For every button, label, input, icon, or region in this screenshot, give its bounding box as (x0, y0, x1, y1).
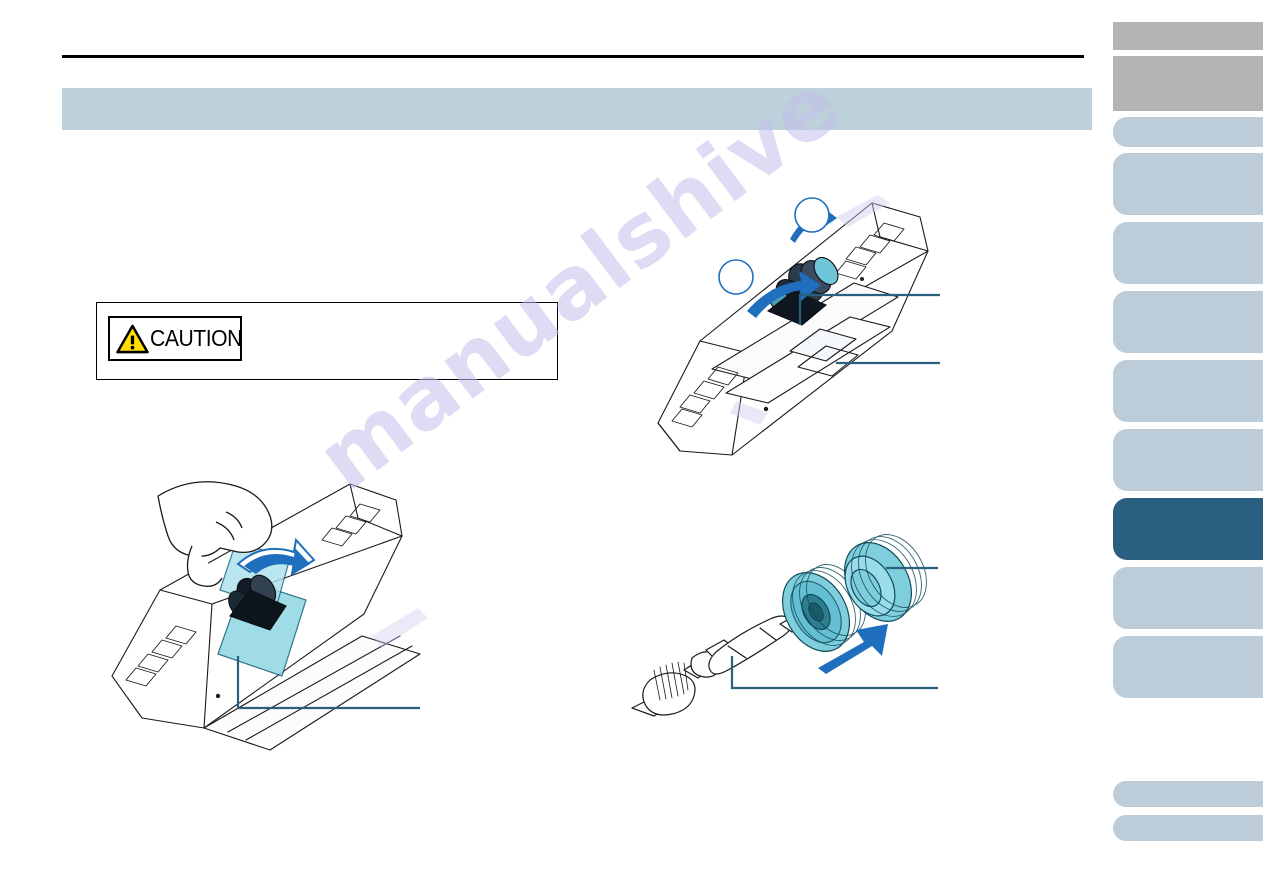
caution-box: CAUTION (96, 302, 558, 380)
tab-settings[interactable] (1113, 567, 1263, 629)
tab-index[interactable] (1113, 815, 1263, 841)
tab-operator-panel[interactable] (1113, 222, 1263, 284)
header-divider-rule (62, 55, 1084, 58)
chapter-tab-sidebar (1113, 0, 1263, 893)
tab-consumables[interactable] (1113, 429, 1263, 491)
manual-page: CAUTION manualshive (0, 0, 1263, 893)
tab-contents[interactable] (1113, 83, 1263, 111)
scanner-top-unit-open-figure (640, 155, 950, 500)
tab-various-scanning[interactable] (1113, 291, 1263, 353)
tab-daily-care[interactable] (1113, 360, 1263, 422)
tab-cover[interactable] (1113, 22, 1263, 50)
section-banner (62, 88, 1092, 130)
tab-loading-documents[interactable] (1113, 153, 1263, 215)
tab-intro[interactable] (1113, 56, 1263, 84)
caution-badge: CAUTION (108, 316, 242, 361)
tab-appendix[interactable] (1113, 636, 1263, 698)
scanner-lever-rotate-figure (100, 440, 430, 760)
callout-circle-1 (718, 259, 754, 295)
tab-troubleshooting[interactable] (1113, 498, 1263, 560)
warning-triangle-icon (116, 324, 149, 353)
caution-label: CAUTION (150, 325, 242, 351)
tab-scanner-overview[interactable] (1113, 117, 1263, 147)
callout-circle-2 (794, 197, 830, 233)
pick-roller-assembly-figure (620, 520, 950, 735)
tab-glossary[interactable] (1113, 781, 1263, 807)
